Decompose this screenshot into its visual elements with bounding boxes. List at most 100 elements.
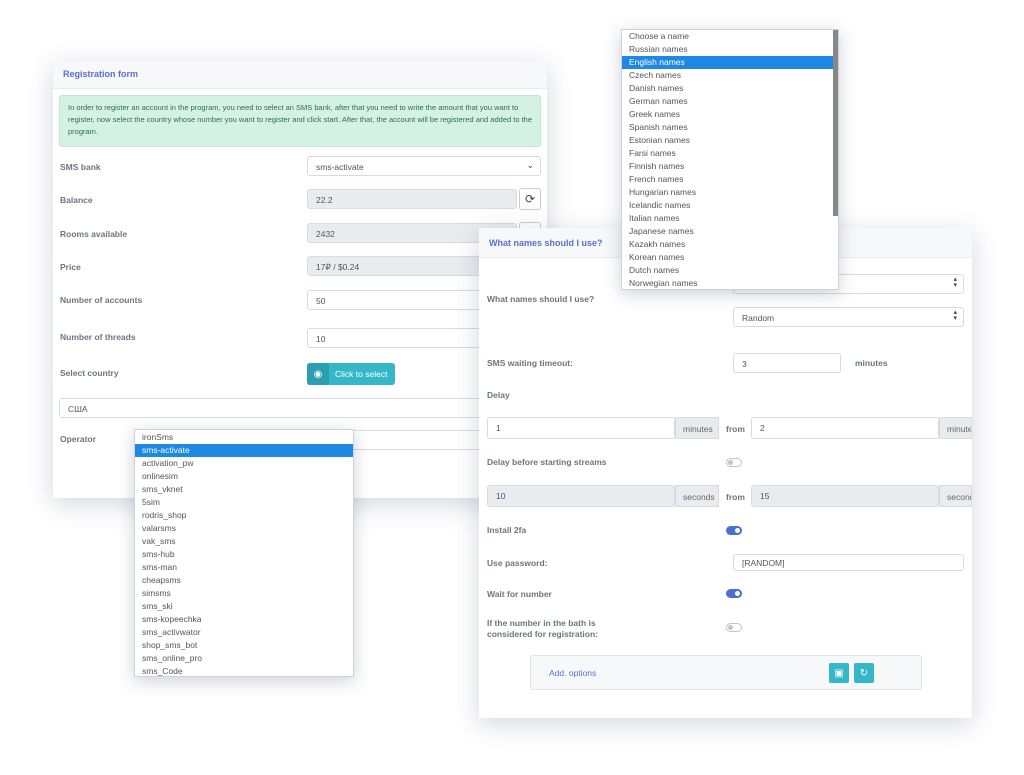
names-option[interactable]: Norwegian names	[622, 277, 838, 289]
names-option[interactable]: Korean names	[622, 251, 838, 264]
names-option[interactable]: Italian names	[622, 212, 838, 225]
accounts-label: Number of accounts	[60, 295, 143, 305]
password-label: Use password:	[487, 558, 548, 568]
operator-label: Operator	[60, 434, 96, 444]
delay-label: Delay	[487, 390, 510, 400]
save-icon: ▣	[834, 667, 844, 679]
delay-to-input[interactable]: 2	[751, 417, 939, 439]
bath-label-line2: considered for registration:	[487, 629, 598, 639]
bath-label: If the number in the bath is considered …	[487, 618, 598, 640]
operator-option[interactable]: activation_pw	[135, 457, 353, 470]
names-option[interactable]: Japanese names	[622, 225, 838, 238]
operator-option[interactable]: sms-man	[135, 561, 353, 574]
delay-from-unit: minutes	[675, 417, 719, 439]
select-country-label: Select country	[60, 368, 119, 378]
names-option[interactable]: Farsi names	[622, 147, 838, 160]
names-option[interactable]: Danish names	[622, 82, 838, 95]
operator-option[interactable]: sms_online_pro	[135, 652, 353, 665]
registration-form-title: Registration form	[53, 61, 547, 89]
names-dropdown-list[interactable]: Choose a name Russian names English names C…	[621, 29, 839, 290]
names-option[interactable]: French names	[622, 173, 838, 186]
operator-option[interactable]: rodris_shop	[135, 509, 353, 522]
operator-option[interactable]: shop_sms_bot	[135, 639, 353, 652]
globe-icon: ◉	[307, 363, 329, 385]
names-option[interactable]: Finnish names	[622, 160, 838, 173]
save-button[interactable]: ▣	[829, 663, 849, 683]
info-alert: In order to register an account in the p…	[59, 95, 541, 147]
chevron-down-icon: ⌄	[526, 160, 534, 170]
operator-option[interactable]: simsms	[135, 587, 353, 600]
select-country-button[interactable]: ◉ Click to select	[307, 363, 396, 385]
names-secondary-value: Random	[742, 313, 775, 323]
updown-arrows-icon: ▴ ▾	[953, 276, 957, 289]
stream-to-unit: seconds	[939, 485, 972, 507]
names-option[interactable]: Russian names	[622, 43, 838, 56]
sms-timeout-label: SMS waiting timeout:	[487, 358, 573, 368]
names-option[interactable]: Dutch names	[622, 264, 838, 277]
names-option[interactable]: Icelandic names	[622, 199, 838, 212]
names-option[interactable]: English names	[622, 56, 838, 69]
operator-option[interactable]: sms_activwator	[135, 626, 353, 639]
operator-option[interactable]: ironSms	[135, 431, 353, 444]
balance-label: Balance	[60, 195, 93, 205]
operator-option[interactable]: sms_ski	[135, 600, 353, 613]
operator-option[interactable]: onlinesim	[135, 470, 353, 483]
operator-option[interactable]: sms-kopeechka	[135, 613, 353, 626]
country-field[interactable]: США	[59, 398, 541, 418]
delay-to-unit: minutes	[939, 417, 972, 439]
sms-bank-value: sms-activate	[316, 162, 364, 172]
install-2fa-toggle[interactable]	[726, 526, 742, 535]
names-option[interactable]: Spanish names	[622, 121, 838, 134]
add-options-bar: Add. options ▣ ↻	[530, 655, 922, 690]
operator-dropdown-list[interactable]: ironSms sms-activate activation_pw onlinesi…	[134, 429, 354, 677]
refresh-icon: ⟳	[524, 192, 536, 206]
settings-panel: What names should I use? ▴ ▾ What names s…	[479, 228, 972, 718]
password-input[interactable]: [RANDOM]	[733, 554, 964, 571]
refresh-balance-button[interactable]: ⟳	[519, 188, 541, 210]
wait-number-label: Wait for number	[487, 589, 552, 599]
add-options-link[interactable]: Add. options	[549, 668, 596, 678]
operator-option[interactable]: vak_sms	[135, 535, 353, 548]
bath-toggle[interactable]	[726, 623, 742, 632]
sms-timeout-input[interactable]: 3	[733, 353, 841, 373]
names-option[interactable]: Hungarian names	[622, 186, 838, 199]
names-option[interactable]: Kazakh names	[622, 238, 838, 251]
operator-option[interactable]: valarsms	[135, 522, 353, 535]
sms-bank-select[interactable]: sms-activate ⌄	[307, 156, 541, 176]
stream-from-input: 10	[487, 485, 675, 507]
stream-from-unit: seconds	[675, 485, 719, 507]
rooms-available-label: Rooms available	[60, 229, 128, 239]
install-2fa-label: Install 2fa	[487, 525, 527, 535]
operator-option[interactable]: sms-activate	[135, 444, 353, 457]
stream-to-input: 15	[751, 485, 939, 507]
delay-from-input[interactable]: 1	[487, 417, 675, 439]
sms-timeout-unit: minutes	[855, 358, 888, 368]
reload-button[interactable]: ↻	[854, 663, 874, 683]
operator-option[interactable]: sms_Code	[135, 665, 353, 678]
balance-field: 22.2	[307, 189, 517, 209]
names-select-secondary[interactable]: Random ▴ ▾	[733, 307, 964, 327]
price-label: Price	[60, 262, 81, 272]
stream-delay-toggle[interactable]	[726, 458, 742, 467]
stream-from-word: from	[726, 492, 745, 502]
stream-delay-label: Delay before starting streams	[487, 457, 607, 467]
names-option[interactable]: Czech names	[622, 69, 838, 82]
bath-label-line1: If the number in the bath is	[487, 618, 596, 628]
threads-label: Number of threads	[60, 332, 136, 342]
updown-arrows-icon: ▴ ▾	[953, 309, 957, 322]
sms-bank-label: SMS bank	[60, 162, 101, 172]
names-option[interactable]: Greek names	[622, 108, 838, 121]
wait-number-toggle[interactable]	[726, 589, 742, 598]
names-option[interactable]: Estonian names	[622, 134, 838, 147]
scrollbar-thumb[interactable]	[833, 30, 838, 216]
operator-option[interactable]: sms-hub	[135, 548, 353, 561]
reload-icon: ↻	[859, 667, 869, 679]
names-label: What names should I use?	[487, 294, 595, 304]
names-option[interactable]: German names	[622, 95, 838, 108]
operator-option[interactable]: cheapsms	[135, 574, 353, 587]
delay-from-word: from	[726, 424, 745, 434]
operator-option[interactable]: 5sim	[135, 496, 353, 509]
select-country-button-label: Click to select	[335, 369, 388, 379]
operator-option[interactable]: sms_vknet	[135, 483, 353, 496]
names-option[interactable]: Choose a name	[622, 30, 838, 43]
